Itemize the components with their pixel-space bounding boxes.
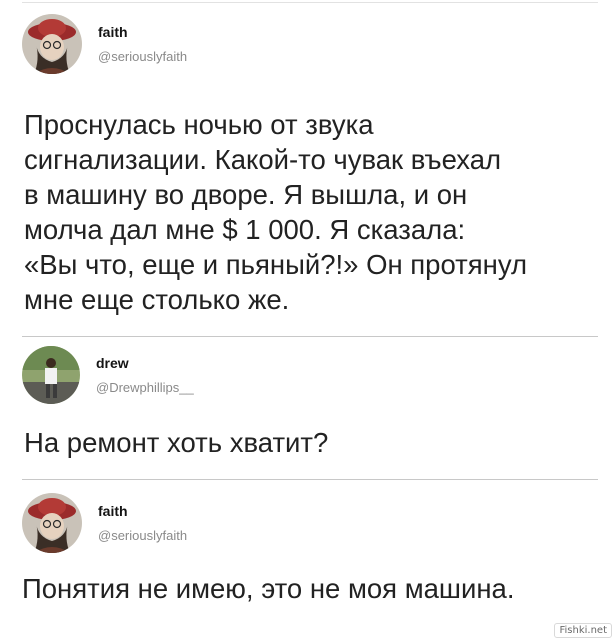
avatar-faith-image	[22, 493, 82, 553]
tweet-1: faith @seriouslyfaith Проснулась ночью о…	[0, 0, 616, 335]
tweet-text: Понятия не имею, это не моя машина.	[22, 573, 515, 604]
author-handle[interactable]: @seriouslyfaith	[98, 49, 187, 64]
avatar-faith[interactable]	[22, 493, 82, 553]
tweet-text: Проснулась ночью от звука сигнализации. …	[24, 109, 528, 315]
author-name[interactable]: faith	[98, 503, 128, 519]
watermark-logo: Fishki.net	[554, 623, 612, 638]
avatar-drew-image	[22, 346, 80, 404]
author-handle[interactable]: @seriouslyfaith	[98, 528, 187, 543]
avatar-faith-image	[22, 14, 82, 74]
avatar-faith[interactable]	[22, 14, 82, 74]
author-name[interactable]: faith	[98, 24, 128, 40]
tweet-2: drew @Drewphillips__ На ремонт хоть хват…	[0, 336, 616, 478]
tweet-3: faith @seriouslyfaith Понятия не имею, э…	[0, 479, 616, 640]
avatar-drew[interactable]	[22, 346, 80, 404]
author-name[interactable]: drew	[96, 355, 129, 371]
tweet-text: На ремонт хоть хватит?	[24, 427, 329, 458]
author-handle[interactable]: @Drewphillips__	[96, 380, 194, 395]
